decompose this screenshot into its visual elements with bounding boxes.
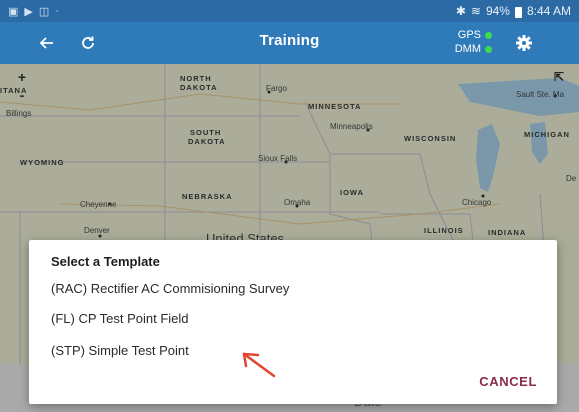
dot-icon: · xyxy=(55,5,59,17)
gallery-icon: ◫ xyxy=(38,5,50,18)
gps-status-dot xyxy=(485,31,492,39)
bluetooth-icon: ✱ xyxy=(455,4,466,18)
cancel-button[interactable]: CANCEL xyxy=(479,374,537,389)
back-arrow-icon[interactable] xyxy=(34,31,58,55)
play-icon: ▶ xyxy=(24,5,33,18)
screen: ▣ ▶ ◫ · ✱ ≋ 94% 8:44 AM Training GPS DMM xyxy=(0,0,579,412)
status-bar: ▣ ▶ ◫ · ✱ ≋ 94% 8:44 AM xyxy=(0,0,579,22)
gps-label: GPS xyxy=(457,29,481,41)
battery-icon xyxy=(514,6,522,18)
annotation-arrow-icon xyxy=(242,352,276,378)
system-status: ✱ ≋ 94% 8:44 AM xyxy=(456,4,571,18)
dmm-label: DMM xyxy=(454,43,481,55)
gear-icon[interactable] xyxy=(512,31,536,55)
notification-icons: ▣ ▶ ◫ · xyxy=(8,5,59,18)
app-bar: Training GPS DMM xyxy=(0,22,579,64)
template-option-rac[interactable]: (RAC) Rectifier AC Commisioning Survey xyxy=(51,278,491,300)
wifi-icon: ≋ xyxy=(470,4,481,18)
clock: 8:44 AM xyxy=(526,4,571,18)
dialog-title: Select a Template xyxy=(51,254,160,269)
dmm-status-dot xyxy=(485,45,492,53)
photo-icon: ▣ xyxy=(8,5,19,18)
template-option-fl[interactable]: (FL) CP Test Point Field xyxy=(51,308,491,330)
refresh-icon[interactable] xyxy=(76,31,100,55)
select-template-dialog: Select a Template (RAC) Rectifier AC Com… xyxy=(29,240,557,404)
device-status: GPS DMM xyxy=(444,28,492,56)
battery-percent: 94% xyxy=(485,4,510,18)
